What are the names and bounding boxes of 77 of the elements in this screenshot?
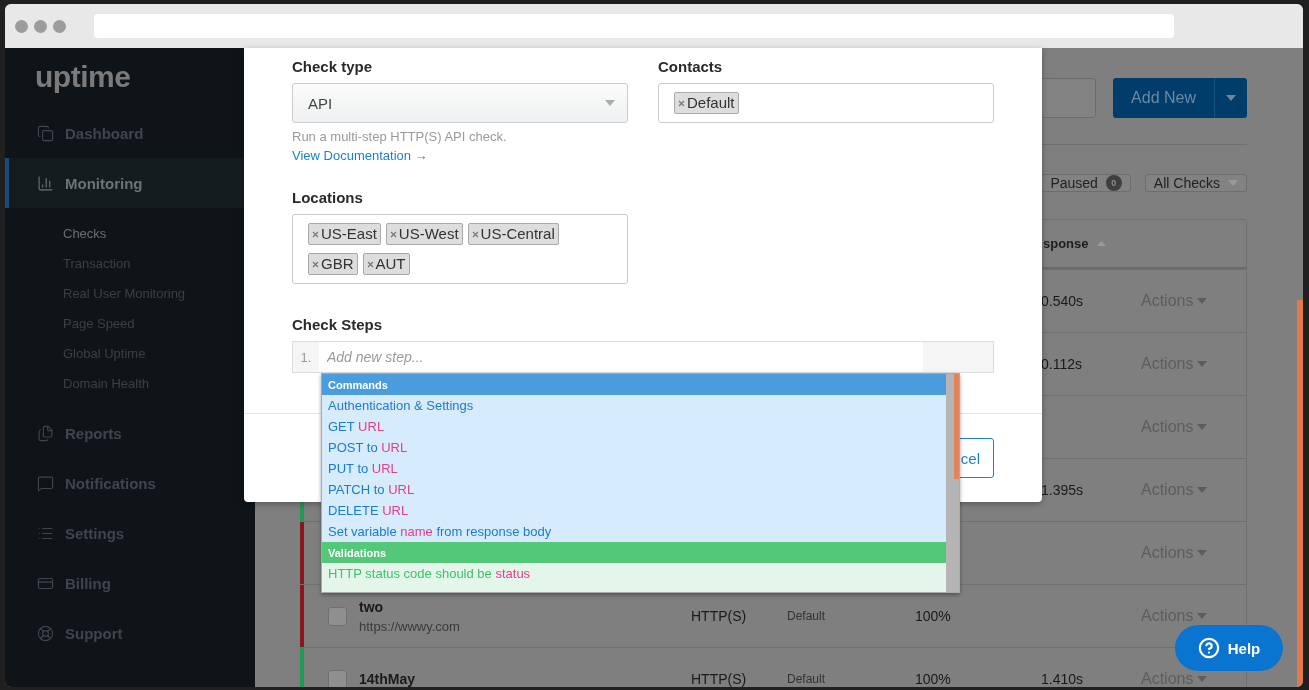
caret-icon xyxy=(1197,361,1208,367)
column-header[interactable]: sponse xyxy=(1043,236,1089,251)
table-cell: 0.540s xyxy=(1041,293,1084,309)
check-type-select[interactable]: API xyxy=(292,83,628,123)
nav-icon xyxy=(37,424,54,442)
add-new-label[interactable]: Add New xyxy=(1113,78,1215,118)
remove-icon[interactable] xyxy=(312,260,319,268)
table-cell: 1.410s xyxy=(1041,671,1084,687)
scrollbar[interactable] xyxy=(946,374,959,592)
caret-icon xyxy=(1197,424,1208,430)
field-label: Contacts xyxy=(658,58,724,75)
dropdown-item[interactable]: PUT to URL xyxy=(322,458,946,479)
caret-icon xyxy=(1197,550,1208,556)
scrollbar-thumb[interactable] xyxy=(954,374,959,479)
caret-icon xyxy=(1226,95,1236,101)
location-tag[interactable]: US-Central xyxy=(467,223,559,245)
nav-icon xyxy=(37,124,54,142)
add-new-button[interactable]: Add New xyxy=(1113,78,1247,118)
dropdown-item[interactable]: PATCH to URL xyxy=(322,479,946,500)
contacts-field[interactable]: Default xyxy=(658,83,994,123)
row-checkbox[interactable] xyxy=(328,669,347,687)
group-header: Validations xyxy=(322,542,946,563)
check-name: two xyxy=(359,598,385,615)
help-text: Run a multi-step HTTP(S) API check. xyxy=(292,129,508,144)
remove-icon[interactable] xyxy=(471,230,479,238)
table-cell: 100% xyxy=(915,608,951,624)
logo: uptime xyxy=(34,59,132,95)
window-dot xyxy=(34,19,47,33)
documentation-link[interactable]: View Documentation → xyxy=(292,148,628,163)
location-tag[interactable]: US-West xyxy=(385,223,463,245)
check-url: https://wwwy.com xyxy=(359,618,460,634)
step-number: 1. xyxy=(299,348,313,367)
field-label: Check type xyxy=(292,58,374,75)
table-cell: 0.112s xyxy=(1041,356,1082,372)
filter-button[interactable]: Paused 0 xyxy=(1041,174,1131,192)
field-label: Check Steps xyxy=(292,316,384,333)
remove-icon[interactable] xyxy=(389,230,397,238)
count-badge: 0 xyxy=(1105,175,1122,191)
dropdown-item[interactable]: GET URL xyxy=(322,416,946,437)
contact-tag[interactable]: Default xyxy=(674,92,739,114)
scrollbar-thumb[interactable] xyxy=(1297,300,1303,687)
table-cell: Default xyxy=(787,609,826,623)
nav-icon xyxy=(37,174,54,192)
table-cell: 1.395s xyxy=(1041,482,1084,498)
location-tag[interactable]: GBR xyxy=(308,253,358,275)
window-dot xyxy=(15,19,28,33)
locations-field[interactable]: US-East US-West US-Central GBR AUT xyxy=(292,214,628,284)
check-name: 14thMay xyxy=(359,671,416,687)
filter-button[interactable]: All Checks xyxy=(1144,174,1247,192)
remove-icon[interactable] xyxy=(366,260,374,268)
group-header: Commands xyxy=(322,374,946,395)
dropdown-item[interactable]: Set variable name from response body xyxy=(322,521,946,542)
field-label: Locations xyxy=(292,189,364,206)
nav-icon xyxy=(37,624,54,642)
table-cell: Default xyxy=(787,672,826,686)
caret-icon xyxy=(1197,487,1208,493)
location-tag[interactable]: US-East xyxy=(308,223,381,245)
dropdown-item[interactable]: DELETE URL xyxy=(322,500,946,521)
caret-icon xyxy=(605,100,615,106)
table-cell: HTTP(S) xyxy=(691,608,747,624)
help-icon xyxy=(1197,637,1220,659)
location-tag[interactable]: AUT xyxy=(362,253,410,275)
help-button[interactable]: Help xyxy=(1175,625,1283,671)
caret-icon xyxy=(1197,298,1208,304)
table-cell: HTTP(S) xyxy=(691,671,747,687)
sort-icon xyxy=(1096,241,1106,246)
dropdown-item[interactable]: Authentication & Settings xyxy=(322,395,946,416)
step-field[interactable]: 1. Add new step... xyxy=(292,341,994,373)
nav-icon xyxy=(37,474,54,492)
window-dot xyxy=(53,19,66,33)
row-checkbox[interactable] xyxy=(328,606,347,626)
table-cell: 100% xyxy=(915,671,951,687)
remove-icon[interactable] xyxy=(312,230,319,238)
remove-icon[interactable] xyxy=(678,99,685,107)
caret-icon xyxy=(1197,613,1208,619)
caret-icon xyxy=(1197,676,1208,682)
dropdown-item[interactable]: POST to URL xyxy=(322,437,946,458)
